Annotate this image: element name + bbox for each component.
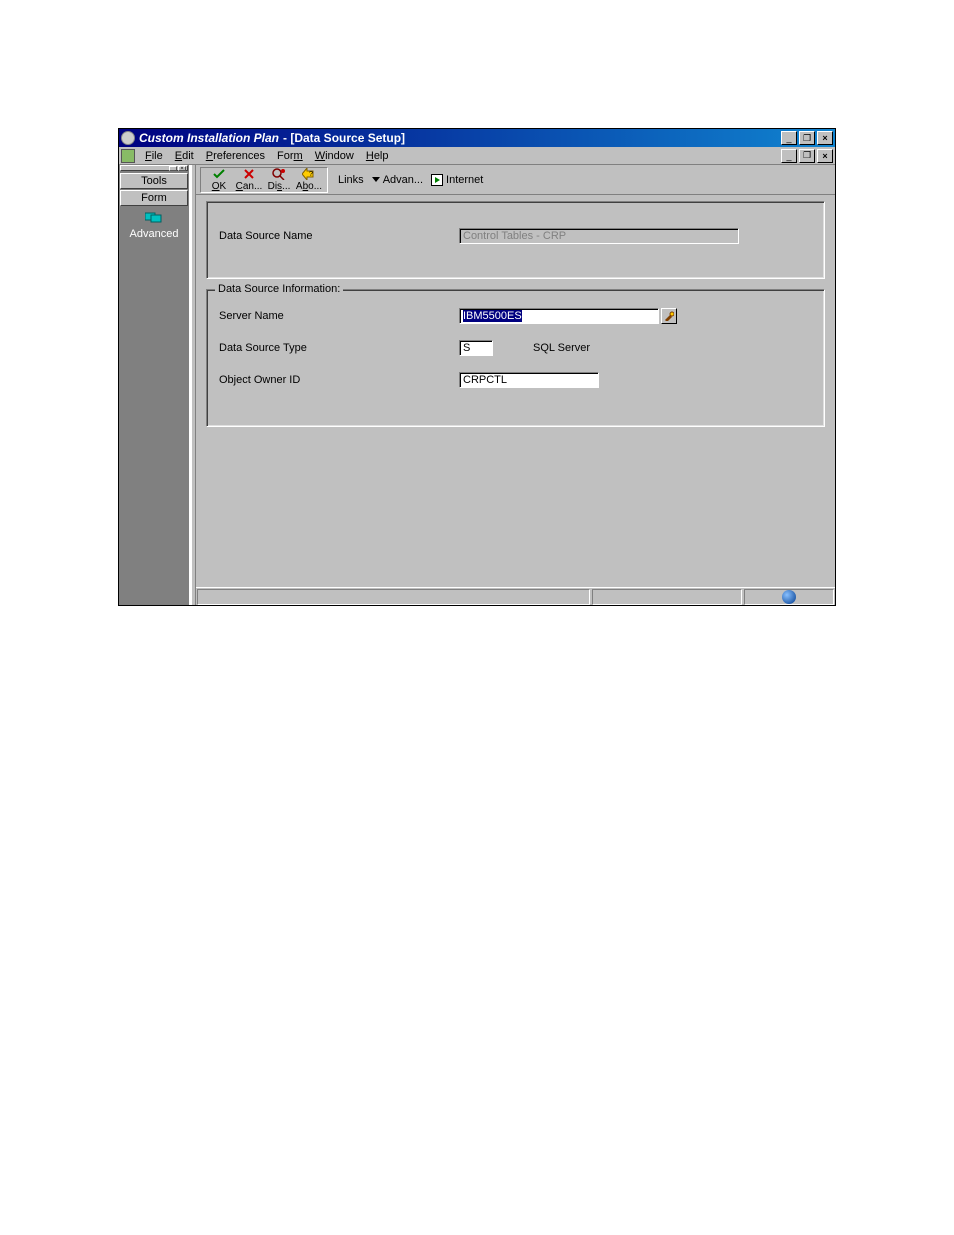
maximize-button[interactable]: ❐ bbox=[799, 131, 815, 145]
titlebar: Custom Installation Plan - [Data Source … bbox=[119, 129, 835, 147]
minimize-button[interactable]: _ bbox=[781, 131, 797, 145]
window-title-app: Custom Installation Plan bbox=[139, 131, 279, 145]
server-name-field[interactable]: IBM5500ES bbox=[459, 308, 659, 324]
x-icon bbox=[235, 167, 263, 181]
dropdown-arrow-icon bbox=[372, 177, 380, 182]
menu-file[interactable]: File bbox=[139, 149, 169, 163]
advan-dropdown[interactable]: Advan... bbox=[368, 174, 427, 186]
sidebar-mini-1[interactable] bbox=[169, 166, 177, 171]
object-owner-id-label: Object Owner ID bbox=[219, 374, 459, 386]
flashlight-icon bbox=[664, 311, 674, 321]
cancel-button[interactable]: Can... bbox=[235, 167, 263, 192]
mdi-minimize-button[interactable]: _ bbox=[781, 149, 797, 163]
checkmark-icon bbox=[205, 167, 233, 181]
mdi-close-button[interactable]: × bbox=[817, 149, 833, 163]
sidebar-tab-tools[interactable]: Tools bbox=[120, 173, 188, 189]
server-name-lookup-button[interactable] bbox=[661, 308, 677, 324]
app-icon[interactable] bbox=[121, 149, 135, 163]
system-menu-icon[interactable] bbox=[121, 131, 135, 145]
sidebar-advanced-label[interactable]: Advanced bbox=[130, 228, 179, 240]
menu-preferences[interactable]: Preferences bbox=[200, 149, 271, 163]
menu-edit[interactable]: Edit bbox=[169, 149, 200, 163]
menu-window[interactable]: Window bbox=[309, 149, 360, 163]
status-pane-1 bbox=[197, 589, 590, 605]
sidebar-mini-2[interactable]: × bbox=[178, 166, 186, 171]
main-area: OK Can... bbox=[196, 165, 835, 605]
toolbar: OK Can... bbox=[196, 165, 835, 195]
internet-icon bbox=[431, 174, 443, 186]
status-pane-2 bbox=[592, 589, 742, 605]
internet-label: Internet bbox=[446, 174, 483, 186]
data-source-type-desc: SQL Server bbox=[533, 342, 590, 354]
advanced-icon[interactable] bbox=[145, 211, 163, 223]
data-source-type-label: Data Source Type bbox=[219, 342, 459, 354]
fieldset-legend: Data Source Information: bbox=[215, 283, 343, 295]
menubar: File Edit Preferences Form Window Help _… bbox=[119, 147, 835, 165]
display-icon bbox=[265, 167, 293, 181]
links-label: Links bbox=[334, 174, 368, 186]
sidebar: × Tools Form Advanced bbox=[119, 165, 191, 605]
globe-icon bbox=[782, 590, 796, 604]
advan-label: Advan... bbox=[383, 174, 423, 186]
data-source-info-fieldset: Data Source Information: Server Name IBM… bbox=[206, 289, 825, 427]
window-title-sub: - [Data Source Setup] bbox=[283, 131, 405, 145]
menu-form[interactable]: Form bbox=[271, 149, 309, 163]
form-area: Data Source Name Control Tables - CRP Da… bbox=[196, 195, 835, 587]
object-owner-id-field[interactable]: CRPCTL bbox=[459, 372, 599, 388]
data-source-name-field: Control Tables - CRP bbox=[459, 228, 739, 244]
close-button[interactable]: × bbox=[817, 131, 833, 145]
about-button[interactable]: ? Abo... bbox=[295, 167, 323, 192]
mdi-restore-button[interactable]: ❐ bbox=[799, 149, 815, 163]
statusbar bbox=[196, 587, 835, 605]
top-panel: Data Source Name Control Tables - CRP bbox=[206, 201, 825, 279]
sidebar-header: × bbox=[120, 165, 188, 171]
server-name-label: Server Name bbox=[219, 310, 459, 322]
about-icon: ? bbox=[295, 167, 323, 181]
status-pane-3 bbox=[744, 589, 834, 605]
sidebar-tab-form[interactable]: Form bbox=[120, 190, 188, 206]
data-source-name-label: Data Source Name bbox=[219, 230, 459, 242]
menu-help[interactable]: Help bbox=[360, 149, 395, 163]
ok-button[interactable]: OK bbox=[205, 167, 233, 192]
display-button[interactable]: Dis... bbox=[265, 167, 293, 192]
data-source-type-field[interactable]: S bbox=[459, 340, 493, 356]
internet-button[interactable]: Internet bbox=[427, 174, 487, 186]
svg-text:?: ? bbox=[309, 171, 313, 178]
app-window: Custom Installation Plan - [Data Source … bbox=[118, 128, 836, 606]
